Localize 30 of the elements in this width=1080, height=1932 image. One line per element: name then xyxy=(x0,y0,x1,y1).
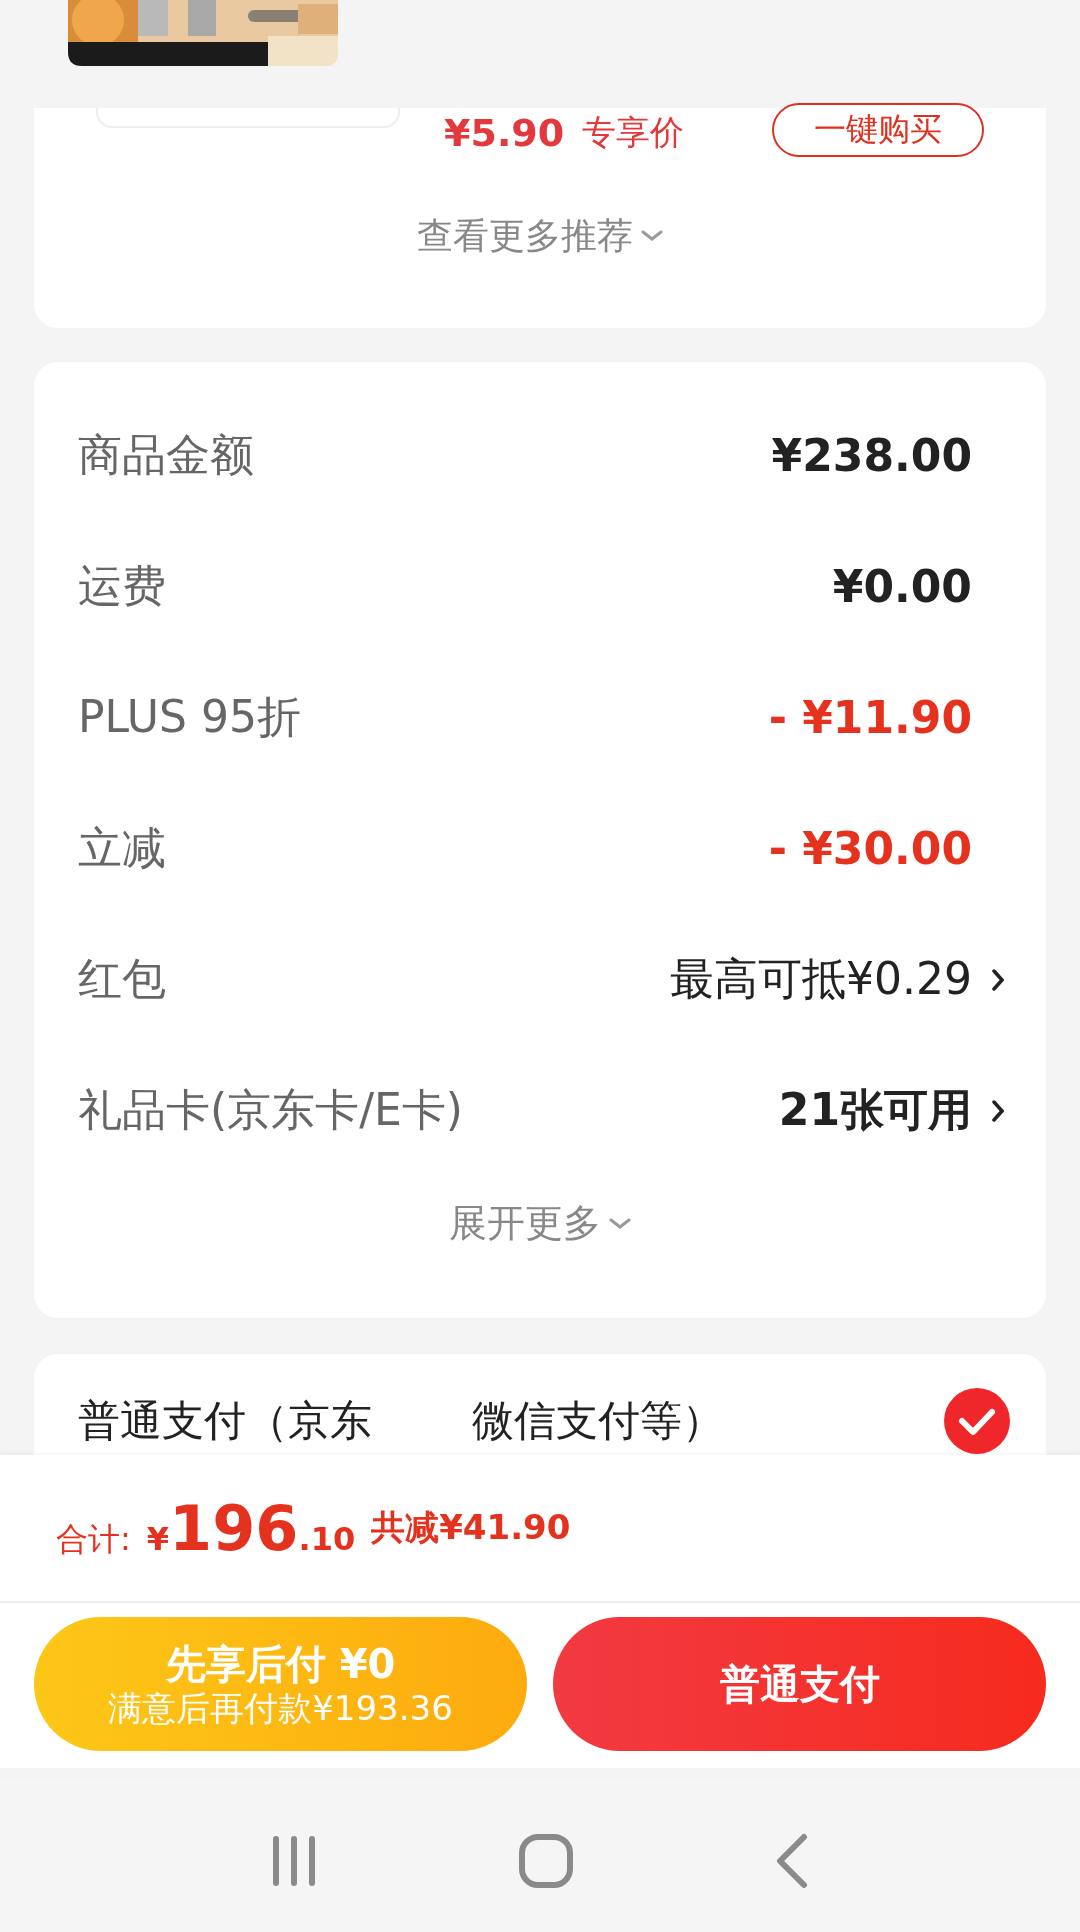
chevron-down-icon xyxy=(609,1217,631,1230)
checkmark-icon[interactable] xyxy=(944,1388,1010,1454)
summary-label: 运费 xyxy=(78,559,166,613)
summary-value[interactable]: 最高可抵¥0.29 xyxy=(670,950,972,1009)
summary-value: ¥238.00 xyxy=(771,430,972,481)
pay-button[interactable]: 普通支付 xyxy=(553,1617,1046,1751)
price-label: 专享价 xyxy=(582,111,685,154)
summary-label: 立减 xyxy=(78,821,166,875)
total-amount: 合计: ¥196.10 xyxy=(56,1491,356,1565)
more-link[interactable]: 查看更多推荐 xyxy=(417,218,633,254)
summary-value[interactable]: 21张可用 xyxy=(778,1081,972,1140)
expand-link[interactable]: 展开更多 xyxy=(449,1198,601,1249)
savings-text: 共减¥41.90 xyxy=(371,1506,571,1549)
payment-method-label: 微信支付等） xyxy=(472,1395,724,1447)
back-icon[interactable] xyxy=(774,1833,810,1889)
chevron-right-icon xyxy=(992,1098,1004,1123)
summary-label: 礼品卡(京东卡/E卡) xyxy=(78,1083,463,1137)
summary-value: - ¥11.90 xyxy=(768,692,972,743)
payment-method-label: 普通支付（京东 xyxy=(78,1395,372,1447)
summary-label: PLUS 95折 xyxy=(78,690,301,744)
summary-label: 红包 xyxy=(78,952,166,1006)
summary-value: ¥0.00 xyxy=(832,561,972,612)
recent-apps-icon[interactable] xyxy=(270,1835,318,1887)
home-icon[interactable] xyxy=(518,1833,574,1889)
summary-value: - ¥30.00 xyxy=(768,823,972,874)
buy-button[interactable]: 一键购买 xyxy=(772,103,984,157)
chevron-right-icon xyxy=(992,967,1004,992)
summary-label: 商品金额 xyxy=(78,428,254,482)
price: ¥5.90 xyxy=(444,111,565,155)
chevron-down-icon xyxy=(641,230,663,242)
